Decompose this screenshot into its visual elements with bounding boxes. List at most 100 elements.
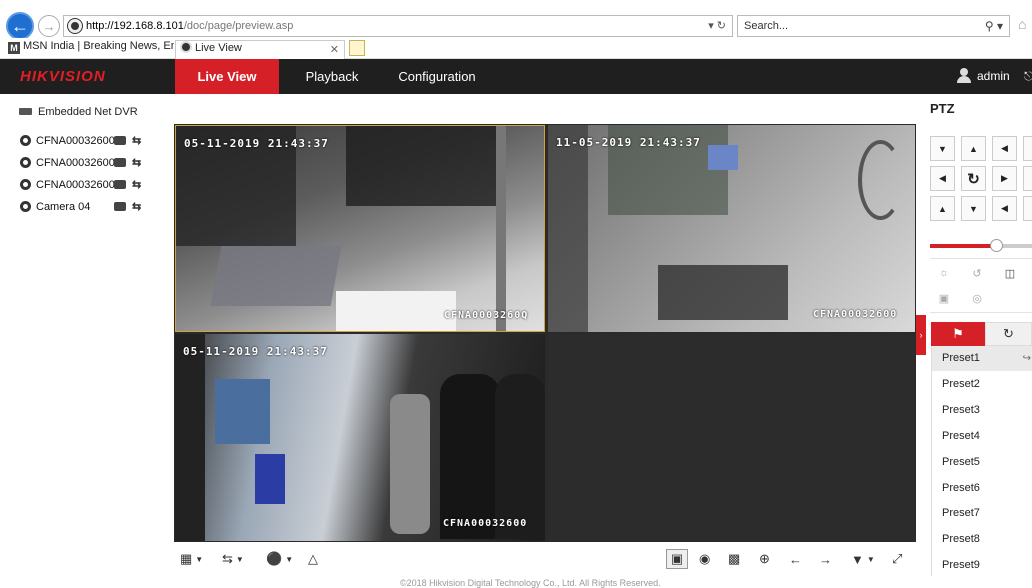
ptz-down-icon[interactable]: ▼ [961,196,986,221]
browser-address-bar: ← → http://192.168.8.101/doc/page/previe… [0,0,1032,40]
auxiliary-focus-icon[interactable]: ◫ [1000,264,1020,282]
ptz-right-icon[interactable]: ▶ [992,166,1017,191]
new-tab-icon[interactable] [349,40,365,56]
flag-icon: ⚑ [952,326,964,341]
microphone-icon[interactable]: ⚫ ▼ [266,549,293,569]
stream-type-icon[interactable]: ⇆ [132,200,141,213]
camera-item[interactable]: CFNA000326004 ⇆ [20,134,141,147]
preset-item[interactable]: Preset5 [932,450,1032,475]
3d-positioning-icon[interactable]: ◎ [967,289,987,307]
logout-icon[interactable]: ⎋ [1024,69,1032,84]
ptz-focus-icon[interactable] [1023,196,1032,221]
preset-item[interactable]: Preset6 [932,476,1032,501]
volume-icon[interactable]: ▼ ▼ [851,549,875,569]
tab-patrol[interactable]: ↻ [985,322,1032,346]
menu-configuration[interactable]: Configuration [390,59,484,94]
preset-item[interactable]: Preset7 [932,501,1032,526]
ptz-zoom-out-icon[interactable] [1023,166,1032,191]
site-favicon-icon [68,19,82,33]
layout-grid-icon[interactable]: ▦ ▼ [180,549,203,569]
device-root-label: Embedded Net DVR [38,106,138,118]
stream-type-icon[interactable]: ⇆ ▼ [222,549,244,569]
preset-item[interactable]: Preset4 [932,424,1032,449]
ptz-up-right-icon[interactable]: ◀ [992,136,1017,161]
ptz-up-left-icon[interactable]: ▼ [930,136,955,161]
camera-status-icon[interactable] [20,179,31,190]
ptz-up-icon[interactable]: ▲ [961,136,986,161]
camera-status-icon[interactable] [20,135,31,146]
forward-arrow-icon[interactable]: → [38,15,60,37]
ptz-auto-rotate-icon[interactable]: ↻ [961,166,986,191]
record-icon[interactable] [114,180,126,189]
preset-item[interactable]: Preset2 [932,372,1032,397]
preset-item[interactable]: Preset1 ↪ [932,346,1032,371]
preset-item[interactable]: Preset9 [932,553,1032,578]
light-icon[interactable]: ☼ [934,264,954,282]
camera-item[interactable]: CFNA000326004 ⇆ [20,178,141,191]
lens-init-icon[interactable]: ▣ [934,289,954,307]
record-icon[interactable] [114,158,126,167]
ptz-down-left-icon[interactable]: ▲ [930,196,955,221]
dvr-icon [19,108,32,115]
home-icon[interactable]: ⌂ [1018,16,1026,32]
osd-timestamp: 05-11-2019 21:43:37 [184,137,329,150]
username-label[interactable]: admin [977,69,1010,83]
tab-presets[interactable]: ⚑ [931,322,985,346]
stop-all-icon[interactable]: ▣ [666,549,688,569]
camera-name: CFNA000326004 [36,179,114,191]
video-tile-3[interactable]: 05-11-2019 21:43:37 CFNA00032600 [175,334,545,541]
device-root[interactable]: Embedded Net DVR [19,106,138,118]
menu-live-view[interactable]: Live View [175,59,279,94]
collapse-ptz-panel-icon[interactable]: › [916,315,926,355]
stream-type-icon[interactable]: ⇆ [132,134,141,147]
osd-timestamp: 05-11-2019 21:43:37 [183,345,328,358]
stream-type-icon[interactable]: ⇆ [132,156,141,169]
call-preset-icon[interactable]: ↪ [1023,346,1031,371]
preset-item[interactable]: Preset8 [932,527,1032,552]
wiper-icon[interactable]: ↺ [967,264,987,282]
url-host: http://192.168.8.101 [86,20,184,32]
menu-playback[interactable]: Playback [290,59,374,94]
stream-type-icon[interactable]: ⇆ [132,178,141,191]
browser-search-input[interactable]: Search... ⚲ ▾ [737,15,1010,37]
ptz-title: PTZ [930,101,955,116]
close-tab-icon[interactable]: ✕ [330,43,339,56]
back-arrow-icon[interactable]: ← [6,12,34,40]
digital-zoom-icon[interactable]: ⊕ [759,549,770,569]
video-tile-2[interactable]: 11-05-2019 21:43:37 CFNA00032600 [548,125,915,332]
preset-item[interactable]: Preset3 [932,398,1032,423]
speed-slider-handle[interactable] [990,239,1004,252]
divider [930,258,1032,259]
search-icon[interactable]: ⚲ ▾ [985,19,1003,33]
ptz-zoom-in-icon[interactable] [1023,136,1032,161]
osd-camera-name: CFNA0003260Q [444,310,529,321]
camera-name: CFNA000326004 [36,157,114,169]
record-icon[interactable]: ▩ [728,549,740,569]
camera-status-icon[interactable] [20,157,31,168]
camera-item[interactable]: Camera 04 ⇆ [20,200,141,213]
prev-page-icon[interactable]: ← [789,549,802,569]
next-page-icon[interactable]: → [819,549,832,569]
divider [930,312,1032,313]
user-icon [957,68,971,83]
preset-label: Preset8 [942,533,980,545]
url-field[interactable]: http://192.168.8.101/doc/page/preview.as… [63,15,733,37]
capture-icon[interactable]: ◉ [699,549,710,569]
video-tile-1[interactable]: 05-11-2019 21:43:37 CFNA0003260Q [175,125,545,332]
video-tile-4[interactable] [548,334,915,541]
preset-list: Preset1 ↪ Preset2 Preset3 Preset4 Preset5… [931,346,1032,576]
record-icon[interactable] [114,202,126,211]
fullscreen-icon[interactable]: ⤢ [892,549,902,569]
refresh-icon[interactable]: ▾ ↻ [708,19,726,32]
transcode-icon[interactable]: △ [308,549,318,569]
record-icon[interactable] [114,136,126,145]
tab-live-view[interactable]: Live View ✕ [175,40,345,59]
ptz-down-right-icon[interactable]: ◀ [992,196,1017,221]
ptz-speed-slider[interactable] [930,239,1032,252]
camera-status-icon[interactable] [20,201,31,212]
tab-msn[interactable]: M MSN India | Breaking News, En... [4,40,174,59]
ptz-left-icon[interactable]: ◀ [930,166,955,191]
camera-item[interactable]: CFNA000326004 ⇆ [20,156,141,169]
video-grid: 05-11-2019 21:43:37 CFNA0003260Q 11-05-2… [174,124,916,542]
preset-label: Preset5 [942,456,980,468]
